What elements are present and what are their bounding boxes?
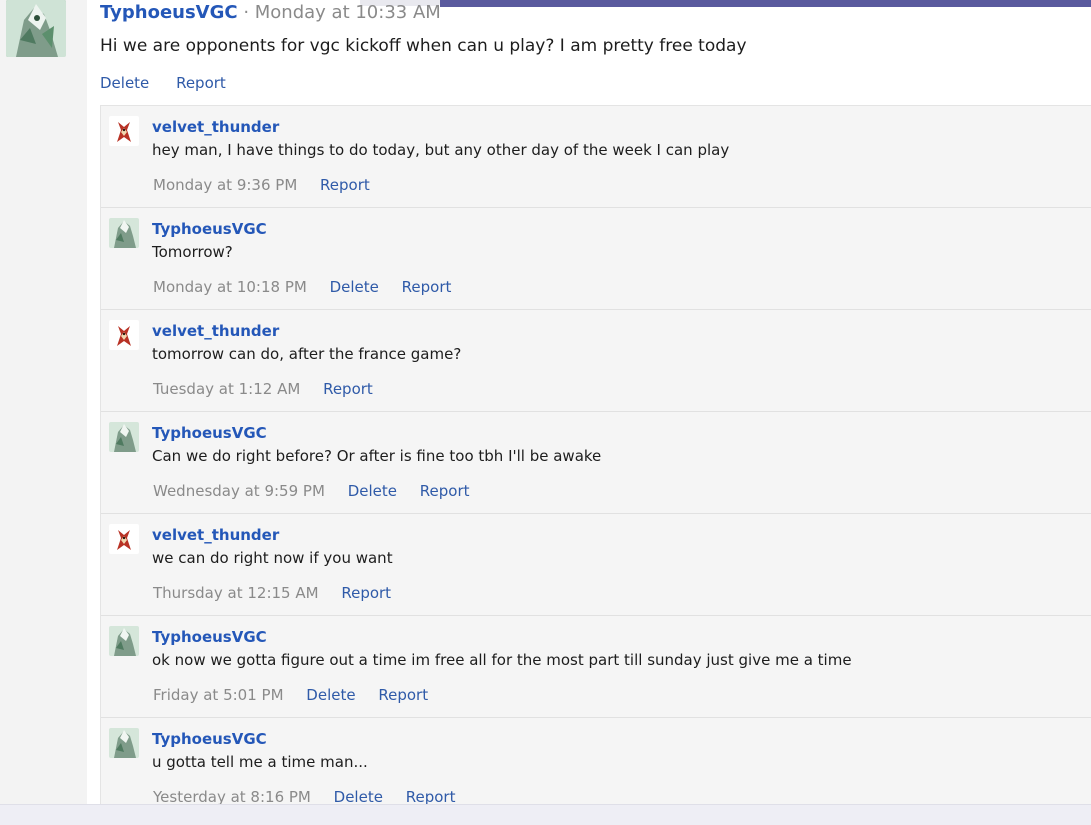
reply-username[interactable]: velvet_thunder bbox=[152, 118, 279, 136]
reply-timestamp[interactable]: Tuesday at 1:12 AM bbox=[153, 380, 300, 398]
report-link[interactable]: Report bbox=[378, 686, 428, 704]
reply-actions: Tuesday at 1:12 AM Report bbox=[153, 380, 391, 398]
delete-link[interactable]: Delete bbox=[330, 278, 379, 296]
reply-username[interactable]: TyphoeusVGC bbox=[152, 628, 267, 646]
red-creature-avatar-icon bbox=[109, 524, 139, 554]
green-creature-avatar-icon bbox=[109, 728, 139, 758]
reply-username[interactable]: TyphoeusVGC bbox=[152, 730, 267, 748]
green-creature-avatar-icon bbox=[109, 218, 139, 248]
root-report-link[interactable]: Report bbox=[176, 74, 226, 92]
root-post-header: TyphoeusVGC · Monday at 10:33 AM bbox=[100, 2, 441, 24]
reply-text: hey man, I have things to do today, but … bbox=[152, 141, 730, 159]
reply-timestamp[interactable]: Monday at 10:18 PM bbox=[153, 278, 307, 296]
reply-item: TyphoeusVGC Can we do right before? Or a… bbox=[101, 412, 1091, 514]
reply-username[interactable]: velvet_thunder bbox=[152, 322, 279, 340]
reply-username[interactable]: velvet_thunder bbox=[152, 526, 279, 544]
reply-item: TyphoeusVGC ok now we gotta figure out a… bbox=[101, 616, 1091, 718]
reply-item: velvet_thunder hey man, I have things to… bbox=[101, 106, 1091, 208]
report-link[interactable]: Report bbox=[323, 380, 373, 398]
report-link[interactable]: Report bbox=[341, 584, 391, 602]
reply-timestamp[interactable]: Monday at 9:36 PM bbox=[153, 176, 297, 194]
avatar[interactable] bbox=[109, 320, 139, 350]
reply-timestamp[interactable]: Thursday at 12:15 AM bbox=[153, 584, 319, 602]
avatar[interactable] bbox=[109, 116, 139, 146]
report-link[interactable]: Report bbox=[402, 278, 452, 296]
avatar[interactable] bbox=[109, 626, 139, 656]
red-creature-avatar-icon bbox=[109, 320, 139, 350]
reply-actions: Friday at 5:01 PM Delete Report bbox=[153, 686, 446, 704]
header-separator: · bbox=[237, 2, 255, 23]
report-link[interactable]: Report bbox=[420, 482, 470, 500]
reply-item: TyphoeusVGC Tomorrow? Monday at 10:18 PM… bbox=[101, 208, 1091, 310]
avatar[interactable] bbox=[109, 422, 139, 452]
avatar[interactable] bbox=[109, 728, 139, 758]
avatar[interactable] bbox=[6, 0, 66, 57]
reply-text: we can do right now if you want bbox=[152, 549, 393, 567]
reply-actions: Monday at 10:18 PM Delete Report bbox=[153, 278, 469, 296]
reply-actions: Wednesday at 9:59 PM Delete Report bbox=[153, 482, 488, 500]
delete-link[interactable]: Delete bbox=[348, 482, 397, 500]
reply-timestamp[interactable]: Friday at 5:01 PM bbox=[153, 686, 284, 704]
left-column bbox=[0, 0, 87, 824]
reply-actions: Thursday at 12:15 AM Report bbox=[153, 584, 409, 602]
bottom-bar bbox=[0, 804, 1091, 825]
top-accent-bar bbox=[440, 0, 1091, 7]
reply-username[interactable]: TyphoeusVGC bbox=[152, 424, 267, 442]
reply-text: tomorrow can do, after the france game? bbox=[152, 345, 462, 363]
delete-link[interactable]: Delete bbox=[306, 686, 355, 704]
avatar[interactable] bbox=[109, 218, 139, 248]
root-post-timestamp[interactable]: Monday at 10:33 AM bbox=[255, 2, 441, 23]
reply-text: Can we do right before? Or after is fine… bbox=[152, 447, 602, 465]
green-creature-avatar-icon bbox=[109, 626, 139, 656]
reply-item: velvet_thunder tomorrow can do, after th… bbox=[101, 310, 1091, 412]
reply-text: ok now we gotta figure out a time im fre… bbox=[152, 651, 852, 669]
root-post-actions: Delete Report bbox=[100, 74, 248, 92]
reply-username[interactable]: TyphoeusVGC bbox=[152, 220, 267, 238]
red-creature-avatar-icon bbox=[109, 116, 139, 146]
reply-actions: Monday at 9:36 PM Report bbox=[153, 176, 388, 194]
avatar[interactable] bbox=[109, 524, 139, 554]
root-post-message: Hi we are opponents for vgc kickoff when… bbox=[100, 36, 747, 56]
reply-item: velvet_thunder we can do right now if yo… bbox=[101, 514, 1091, 616]
root-delete-link[interactable]: Delete bbox=[100, 74, 149, 92]
report-link[interactable]: Report bbox=[320, 176, 370, 194]
green-creature-avatar-icon bbox=[6, 0, 66, 57]
reply-timestamp[interactable]: Wednesday at 9:59 PM bbox=[153, 482, 325, 500]
reply-text: u gotta tell me a time man... bbox=[152, 753, 368, 771]
replies-list: velvet_thunder hey man, I have things to… bbox=[100, 105, 1091, 806]
reply-text: Tomorrow? bbox=[152, 243, 233, 261]
green-creature-avatar-icon bbox=[109, 422, 139, 452]
root-post-username[interactable]: TyphoeusVGC bbox=[100, 2, 238, 23]
